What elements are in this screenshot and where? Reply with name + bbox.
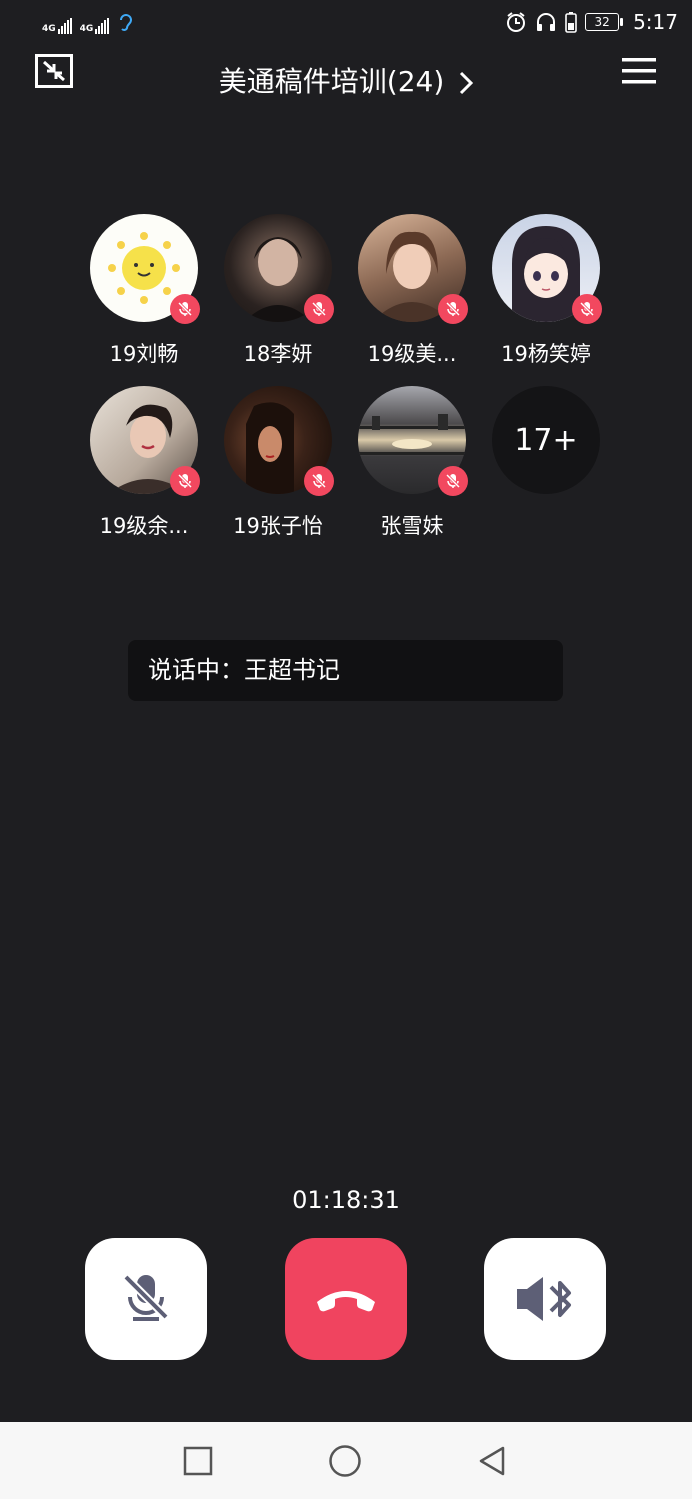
mic-off-icon	[311, 473, 327, 489]
participant-name: 19级美...	[367, 342, 457, 366]
signal-1: 4G	[42, 18, 72, 34]
participant[interactable]: 19刘畅	[77, 214, 211, 368]
group-title: 美通稿件培训(24)	[218, 65, 445, 98]
speaking-indicator: 说话中：王超书记	[128, 640, 563, 701]
more-participants-button[interactable]: 17+	[479, 386, 613, 494]
signal-2: 4G	[80, 18, 110, 34]
muted-badge	[438, 466, 468, 496]
system-nav-bar	[0, 1422, 692, 1499]
muted-badge	[438, 294, 468, 324]
participant-name: 19刘畅	[109, 342, 179, 366]
back-icon	[479, 1446, 505, 1476]
participant-name: 张雪妹	[380, 514, 444, 538]
menu-icon	[622, 58, 656, 84]
home-button[interactable]	[328, 1444, 362, 1478]
mute-toggle-button[interactable]	[85, 1238, 207, 1360]
hearing-icon	[120, 14, 133, 31]
home-icon	[329, 1445, 361, 1477]
group-title-button[interactable]: 美通稿件培训(24)	[0, 60, 692, 100]
mic-off-icon	[445, 301, 461, 317]
hang-up-icon	[317, 1291, 375, 1312]
participant[interactable]: 19张子怡	[211, 386, 345, 540]
participant[interactable]: 19级余...	[77, 386, 211, 540]
more-participants-count: 17+	[492, 386, 600, 494]
participant[interactable]: 张雪妹	[345, 386, 479, 540]
battery-icon: 32	[585, 13, 624, 31]
battery-saver-icon	[565, 12, 577, 33]
network-type-label: 4G	[42, 24, 56, 34]
participant[interactable]: 19杨笑婷	[479, 214, 613, 368]
signal-icon	[57, 18, 72, 34]
muted-badge	[170, 294, 200, 324]
hang-up-button[interactable]	[285, 1238, 407, 1360]
signal-icon	[95, 18, 110, 34]
call-header: 美通稿件培训(24)	[0, 48, 692, 108]
muted-badge	[170, 466, 200, 496]
mic-off-icon	[445, 473, 461, 489]
participant-name: 19杨笑婷	[501, 342, 591, 366]
participant[interactable]: 19级美...	[345, 214, 479, 368]
recent-apps-icon	[183, 1446, 213, 1476]
mic-off-icon	[177, 301, 193, 317]
participant[interactable]: 18李妍	[211, 214, 345, 368]
status-bar: 4G 4G 32 5:17	[0, 0, 692, 48]
muted-badge	[572, 294, 602, 324]
clock-time: 5:17	[633, 10, 678, 34]
muted-badge	[304, 294, 334, 324]
participant-name: 19级余...	[99, 514, 189, 538]
mic-off-icon	[123, 1274, 169, 1321]
bluetooth-speaker-icon	[517, 1277, 571, 1321]
mic-off-icon	[177, 473, 193, 489]
alarm-icon	[507, 12, 526, 32]
chevron-right-icon	[460, 71, 474, 95]
mic-off-icon	[579, 301, 595, 317]
battery-level: 32	[594, 15, 610, 29]
muted-badge	[304, 466, 334, 496]
network-type-label: 4G	[79, 24, 94, 34]
headphones-icon	[537, 13, 556, 31]
menu-button[interactable]	[622, 56, 656, 86]
mic-off-icon	[311, 301, 327, 317]
recent-apps-button[interactable]	[181, 1444, 215, 1478]
participant-name: 19张子怡	[233, 514, 323, 538]
back-button[interactable]	[475, 1444, 509, 1478]
call-timer: 01:18:31	[292, 1186, 400, 1214]
participant-name: 18李妍	[243, 342, 313, 366]
audio-output-button[interactable]	[484, 1238, 606, 1360]
